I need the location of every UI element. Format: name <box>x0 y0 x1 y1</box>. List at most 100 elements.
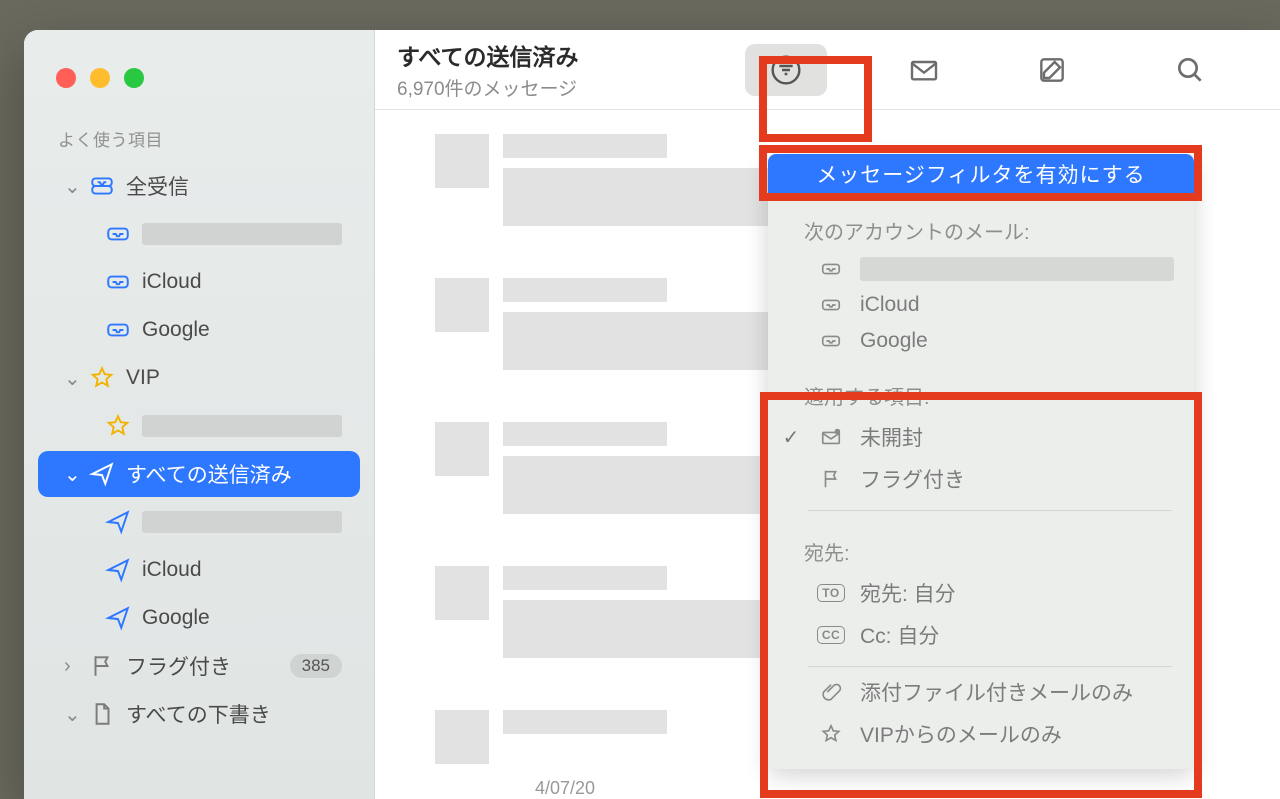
compose-button[interactable] <box>1011 44 1093 96</box>
filter-section-apply: 適用する項目: <box>768 359 1194 416</box>
inbox-icon <box>104 317 132 343</box>
paperplane-icon <box>88 461 116 487</box>
sidebar-item-vip-redacted[interactable] <box>38 403 360 449</box>
document-icon <box>88 701 116 727</box>
sidebar-item-all-sent[interactable]: ⌄ すべての送信済み <box>38 451 360 497</box>
close-window-button[interactable] <box>56 68 76 88</box>
chevron-down-icon: ⌄ <box>64 702 78 727</box>
filter-button[interactable] <box>745 44 827 96</box>
cc-badge-icon: CC <box>816 626 846 644</box>
sidebar-item-account-redacted[interactable] <box>38 211 360 257</box>
filter-account-google[interactable]: Google <box>768 323 1194 359</box>
envelope-icon <box>908 54 940 86</box>
sidebar-item-label: すべての下書き <box>126 699 342 729</box>
filter-account-icloud[interactable]: iCloud <box>768 287 1194 323</box>
filter-from-vip[interactable]: VIPからのメールのみ <box>768 713 1194 755</box>
mailbox-title-block: すべての送信済み 6,970件のメッセージ <box>397 38 737 101</box>
flag-icon <box>88 653 116 679</box>
toolbar: すべての送信済み 6,970件のメッセージ <box>375 30 1280 110</box>
avatar <box>435 134 489 188</box>
sidebar-item-label: 全受信 <box>126 171 342 201</box>
sidebar-item-sent-google[interactable]: Google <box>38 595 360 641</box>
chevron-down-icon: ⌄ <box>64 366 78 391</box>
count-badge: 385 <box>290 654 342 678</box>
filter-apply-flagged[interactable]: フラグ付き <box>768 458 1194 500</box>
avatar <box>435 278 489 332</box>
filter-extra-label: 添付ファイル付きメールのみ <box>860 677 1133 707</box>
sidebar-item-label: Google <box>142 606 342 630</box>
inbox-icon <box>104 269 132 295</box>
zoom-window-button[interactable] <box>124 68 144 88</box>
window-controls <box>24 68 374 88</box>
filter-addressed-cc-me[interactable]: CC Cc: 自分 <box>768 614 1194 656</box>
filter-section-account: 次のアカウントのメール: <box>768 194 1194 251</box>
redacted-label <box>860 257 1174 281</box>
get-mail-button[interactable] <box>883 44 965 96</box>
sidebar-item-sent-redacted[interactable] <box>38 499 360 545</box>
inbox-icon <box>816 330 846 352</box>
sidebar-section-heading: よく使う項目 <box>24 120 374 161</box>
sidebar-item-icloud-inbox[interactable]: iCloud <box>38 259 360 305</box>
filter-account-label: iCloud <box>860 293 920 317</box>
filter-apply-label: 未開封 <box>860 422 923 452</box>
search-icon <box>1174 54 1206 86</box>
inbox-stack-icon <box>88 173 116 199</box>
avatar <box>435 566 489 620</box>
avatar <box>435 710 489 764</box>
mailbox-title: すべての送信済み <box>397 38 737 72</box>
filter-apply-label: フラグ付き <box>860 464 965 494</box>
sidebar-item-all-inboxes[interactable]: ⌄ 全受信 <box>38 163 360 209</box>
sidebar-item-label: すべての送信済み <box>126 459 342 489</box>
star-icon <box>816 723 846 745</box>
separator <box>808 510 1172 511</box>
chevron-right-icon: › <box>64 655 78 678</box>
sidebar-item-sent-icloud[interactable]: iCloud <box>38 547 360 593</box>
to-badge-icon: TO <box>816 584 846 602</box>
redacted-label <box>142 415 342 437</box>
envelope-badge-icon <box>816 426 846 448</box>
star-icon <box>88 365 116 391</box>
flag-icon <box>816 468 846 490</box>
redacted-label <box>142 223 342 245</box>
sidebar-item-label: iCloud <box>142 558 342 582</box>
sidebar-item-label: Google <box>142 318 342 342</box>
mailbox-subtitle: 6,970件のメッセージ <box>397 74 737 101</box>
sidebar-item-label: iCloud <box>142 270 342 294</box>
sidebar: よく使う項目 ⌄ 全受信 iCloud Google ⌄ VIP <box>24 30 375 799</box>
inbox-icon <box>104 221 132 247</box>
filter-popover: メッセージフィルタを有効にする 次のアカウントのメール: iCloud Goog… <box>768 154 1194 769</box>
filter-extra-label: VIPからのメールのみ <box>860 719 1062 749</box>
inbox-icon <box>816 258 846 280</box>
chevron-down-icon: ⌄ <box>64 174 78 199</box>
sidebar-item-label: フラグ付き <box>126 651 280 681</box>
enable-filter-label: メッセージフィルタを有効にする <box>816 159 1145 189</box>
enable-filter-button[interactable]: メッセージフィルタを有効にする <box>768 154 1194 194</box>
sidebar-item-flagged[interactable]: › フラグ付き 385 <box>38 643 360 689</box>
inbox-icon <box>816 294 846 316</box>
star-icon <box>104 413 132 439</box>
sidebar-item-vip[interactable]: ⌄ VIP <box>38 355 360 401</box>
filter-addressed-to-me[interactable]: TO 宛先: 自分 <box>768 572 1194 614</box>
separator <box>808 666 1172 667</box>
mail-window: よく使う項目 ⌄ 全受信 iCloud Google ⌄ VIP <box>24 30 1280 799</box>
sidebar-item-all-drafts[interactable]: ⌄ すべての下書き <box>38 691 360 737</box>
filter-account-redacted[interactable] <box>768 251 1194 287</box>
minimize-window-button[interactable] <box>90 68 110 88</box>
paperplane-icon <box>104 605 132 631</box>
filter-apply-unread[interactable]: ✓ 未開封 <box>768 416 1194 458</box>
sidebar-item-google-inbox[interactable]: Google <box>38 307 360 353</box>
sidebar-item-label: VIP <box>126 366 342 390</box>
filter-addressed-label: 宛先: 自分 <box>860 578 956 608</box>
avatar <box>435 422 489 476</box>
filter-has-attachment[interactable]: 添付ファイル付きメールのみ <box>768 671 1194 713</box>
paperplane-icon <box>104 509 132 535</box>
filter-icon <box>770 54 802 86</box>
compose-icon <box>1036 54 1068 86</box>
filter-addressed-label: Cc: 自分 <box>860 620 939 650</box>
search-button[interactable] <box>1149 44 1231 96</box>
filter-section-addressed: 宛先: <box>768 515 1194 572</box>
paperclip-icon <box>816 681 846 703</box>
chevron-down-icon: ⌄ <box>64 462 78 487</box>
message-date-fragment: 4/07/20 <box>535 778 845 799</box>
paperplane-icon <box>104 557 132 583</box>
